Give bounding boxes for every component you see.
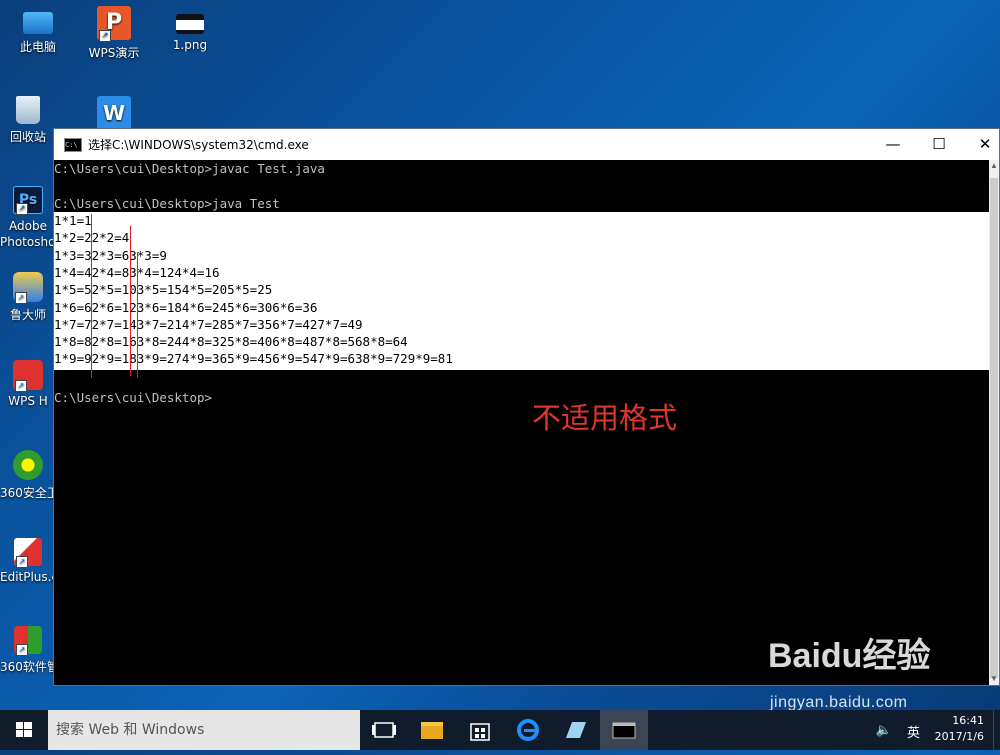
output-line: 1*1=1 [54,213,92,228]
desktop-icon-editplus[interactable]: ↗ EditPlus.exe [0,538,56,584]
cmd-taskbar-button[interactable] [600,710,648,750]
edge-browser-button[interactable] [504,710,552,750]
wps-writer-icon: W [97,96,131,130]
task-view-button[interactable] [360,710,408,750]
desktop-icon-label: 360安全卫士 [0,486,56,500]
scroll-down-arrow-icon[interactable]: ▼ [989,673,999,685]
desktop-icon-png-file[interactable]: 1.png [152,6,228,52]
window-title: 选择C:\WINDOWS\system32\cmd.exe [88,138,309,152]
annotation-red-line [137,252,138,378]
edge-icon [517,719,539,741]
minimize-button[interactable]: — [870,129,916,160]
app-icon [566,722,586,738]
annotation-red-line [130,226,131,376]
recycle-bin-icon [16,96,40,124]
output-line: 1*9=92*9=183*9=274*9=365*9=456*9=547*9=6… [54,351,453,367]
windows-logo-icon [16,722,32,737]
console-line: C:\Users\cui\Desktop>javac Test.java [54,161,325,176]
start-button[interactable] [0,710,48,750]
store-button[interactable] [456,710,504,750]
desktop-icon-photoshop[interactable]: Ps↗ Adobe Photoshop [0,186,56,250]
photoshop-icon: Ps ↗ [13,186,43,215]
console-output[interactable]: C:\Users\cui\Desktop>javac Test.java C:\… [54,160,989,685]
editplus-icon: ↗ [14,538,42,568]
cmd-icon [612,722,636,739]
store-bag-icon [470,723,490,741]
folder-icon [421,722,443,739]
annotation-red-line [91,214,92,378]
desktop-icon-label: 360软件管家 [0,660,56,674]
baidu-watermark: Baidu经验 jingyan.baidu.com [768,638,930,712]
desktop-icon-ludashi[interactable]: ↗ 鲁大师 [0,272,56,323]
360-security-icon [13,450,43,480]
cmd-app-icon: C:\ [64,137,82,152]
annotation-text: 不适用格式 [532,401,678,435]
watermark-brand: Baidu经验 [768,637,931,675]
clock[interactable]: 16:41 2017/1/6 [935,713,984,745]
desktop-icon-label: 1.png [172,38,208,52]
desktop-icon-label: 回收站 [9,130,46,144]
app-button[interactable] [552,710,600,750]
output-line: 1*8=82*8=163*8=244*8=325*8=406*8=487*8=5… [54,334,408,350]
output-line: 1*5=52*5=103*5=154*5=205*5=25 [54,282,273,298]
desktop-icon-label: Adobe Photoshop [0,219,56,249]
desktop-icon-wps-h[interactable]: ↗ WPS H [0,360,56,408]
output-line: 1*6=62*6=123*6=184*6=245*6=306*6=36 [54,299,318,315]
desktop-icon-label: EditPlus.exe [0,570,56,584]
cmd-window[interactable]: C:\ 选择C:\WINDOWS\system32\cmd.exe — ☐ ✕ … [53,128,1000,686]
file-explorer-button[interactable] [408,710,456,750]
ime-indicator[interactable]: 英 [907,722,920,741]
selected-output-block[interactable]: 1*1=1 1*2=22*2=4 1*3=32*3=63*3=9 1*4=42*… [54,212,989,378]
maximize-button[interactable]: ☐ [916,129,962,160]
title-bar[interactable]: C:\ 选择C:\WINDOWS\system32\cmd.exe — ☐ ✕ [54,129,999,160]
desktop-icon-wps-presentation[interactable]: P ↗ WPS演示 [76,6,152,61]
vertical-scrollbar[interactable]: ▲ ▼ [989,160,999,685]
desktop-icon-recycle-bin[interactable]: 回收站 [0,96,56,145]
task-view-icon [372,722,396,738]
ludashi-icon: ↗ [13,272,43,304]
desktop-icon-label: 此电脑 [19,40,56,54]
360-software-manager-icon: ↗ [14,626,42,656]
console-prompt: C:\Users\cui\Desktop> [54,390,213,405]
desktop-icon-360-software[interactable]: ↗ 360软件管家 [0,626,56,675]
scrollbar-thumb[interactable] [990,178,998,678]
desktop-icon-label: WPS演示 [88,46,140,60]
desktop-icon-this-pc[interactable]: 此电脑 [0,6,76,55]
search-input[interactable]: 搜索 Web 和 Windows [48,710,360,750]
output-line: 1*3=32*3=63*3=9 [54,247,167,263]
output-line: 1*7=72*7=143*7=214*7=285*7=356*7=427*7=4… [54,316,363,332]
taskbar: 搜索 Web 和 Windows 🔈 英 16:41 2017/1/6 [0,710,1000,750]
clock-time: 16:41 [952,714,984,727]
close-button[interactable]: ✕ [962,129,1000,160]
wps-icon: ↗ [13,360,43,392]
speaker-icon[interactable]: 🔈 [876,722,892,738]
desktop-icon-label: WPS H [8,394,48,408]
image-file-icon [176,14,204,34]
desktop-icon-360-security[interactable]: 360安全卫士 [0,450,56,501]
scroll-up-arrow-icon[interactable]: ▲ [989,160,999,172]
console-line: C:\Users\cui\Desktop>java Test [54,196,280,211]
clock-date: 2017/1/6 [934,730,984,743]
wps-presentation-icon: P ↗ [97,6,131,42]
desktop-icon-label: 鲁大师 [9,308,46,322]
notification-center-icon[interactable] [993,710,1000,750]
computer-icon [23,12,53,34]
